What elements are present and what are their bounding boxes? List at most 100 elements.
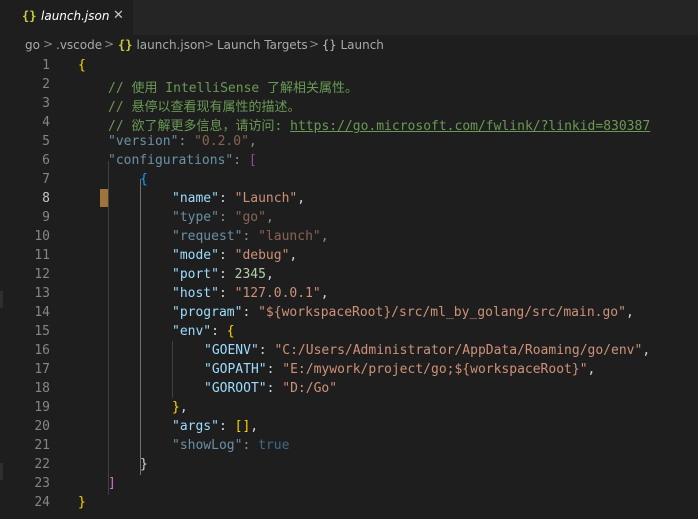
tab-bar: {} launch.json ✕ [0, 0, 698, 35]
comment: // 使用 IntelliSense 了解相关属性。 [108, 81, 359, 96]
json-file-icon: {} [22, 9, 37, 23]
json-key: "GOROOT" [204, 381, 267, 396]
json-key: "version" [108, 134, 179, 149]
code-line: "GOENV": "C:/Users/Administrator/AppData… [204, 343, 651, 358]
link[interactable]: https://go.microsoft.com/fwlink/?linkid=… [290, 119, 650, 134]
code-line: "version": "0.2.0", [108, 134, 257, 149]
brace: { [226, 324, 235, 339]
json-file-icon: {} [118, 38, 133, 52]
json-key: "args" [172, 419, 219, 434]
code-line: "request": "launch", [172, 229, 329, 244]
json-string: "C:/Users/Administrator/AppData/Roaming/… [274, 343, 643, 358]
code-line: { [78, 58, 86, 73]
close-icon[interactable]: ✕ [113, 8, 124, 23]
line-number: 23 [34, 476, 50, 491]
code-line: // 悬停以查看现有属性的描述。 [108, 96, 300, 115]
line-number: 1 [42, 58, 50, 73]
line-number: 14 [34, 305, 50, 320]
indent-guide [172, 341, 173, 398]
code-line: "env": { [172, 324, 235, 339]
bracket: ] [108, 476, 116, 491]
json-string: "launch" [258, 229, 321, 244]
chevron-right-icon: > [43, 37, 54, 51]
json-string: "0.2.0" [194, 134, 249, 149]
line-number: 10 [34, 229, 50, 244]
brace: } [140, 457, 148, 472]
line-number: 5 [42, 134, 50, 149]
breadcrumb-item-launch-json[interactable]: {} launch.json [118, 38, 205, 52]
json-string: "go" [234, 210, 266, 225]
brace: } [78, 495, 86, 510]
breadcrumb-label: launch.json [136, 38, 205, 52]
indent-guide-active [140, 179, 141, 475]
json-key: "host" [172, 286, 219, 301]
breadcrumb: go > .vscode > {} launch.json > Launch Ta… [0, 35, 698, 57]
line-number: 11 [34, 248, 50, 263]
code-line: { [140, 172, 148, 187]
json-string: "Launch" [234, 191, 298, 206]
breadcrumb-label: Launch [340, 38, 384, 52]
code-line: // 使用 IntelliSense 了解相关属性。 [108, 77, 358, 96]
brace: { [140, 172, 148, 187]
code-line: "type": "go", [172, 210, 274, 225]
code-line: "args": [], [172, 419, 259, 434]
line-number: 3 [42, 96, 50, 111]
json-string: "127.0.0.1" [234, 286, 321, 301]
json-key: "configurations" [108, 153, 234, 168]
json-key: "mode" [172, 248, 219, 263]
json-key: "request" [172, 229, 243, 244]
comment: // 悬停以查看现有属性的描述。 [108, 100, 301, 115]
line-number: 20 [34, 419, 50, 434]
json-number: 2345 [234, 267, 266, 282]
json-string: "${workspaceRoot}/src/ml_by_golang/src/m… [258, 305, 626, 320]
code-line: "host": "127.0.0.1", [172, 286, 329, 301]
code-line: "mode": "debug", [172, 248, 298, 263]
json-string: "E:/mywork/project/go;${workspaceRoot}" [282, 362, 588, 377]
line-number: 22 [34, 457, 50, 472]
breadcrumb-item-go[interactable]: go [25, 38, 40, 52]
code-line: ] [108, 476, 116, 491]
breadcrumb-item-launch-targets[interactable]: Launch Targets [217, 38, 308, 52]
json-key: "type" [172, 210, 219, 225]
code-line: "configurations": [ [108, 153, 257, 168]
line-number: 4 [42, 115, 50, 130]
cursor-line-marker [100, 189, 108, 207]
tab-label: launch.json [41, 9, 110, 23]
code-line: }, [172, 400, 188, 415]
json-key: "GOPATH" [204, 362, 267, 377]
code-line: "program": "${workspaceRoot}/src/ml_by_g… [172, 305, 634, 320]
line-number: 21 [34, 438, 50, 453]
code-line: "GOROOT": "D:/Go" [204, 381, 338, 396]
brace: { [78, 58, 86, 73]
code-line: } [140, 457, 148, 472]
line-number: 9 [42, 210, 50, 225]
line-number-active: 8 [42, 191, 50, 206]
json-key: "env" [172, 324, 212, 339]
object-icon: {} [322, 38, 337, 52]
code-line: "GOPATH": "E:/mywork/project/go;${worksp… [204, 362, 596, 377]
line-number: 16 [34, 343, 50, 358]
breadcrumb-item-launch[interactable]: {} Launch [322, 38, 384, 52]
tab-launch-json[interactable]: {} launch.json ✕ [0, 0, 134, 35]
line-number: 18 [34, 381, 50, 396]
breadcrumb-item-vscode[interactable]: .vscode [56, 38, 102, 52]
indent-guide [108, 161, 109, 495]
code-line: "port": 2345, [172, 267, 274, 282]
json-key: "program" [172, 305, 243, 320]
line-number: 6 [42, 153, 50, 168]
json-key: "name" [172, 191, 219, 206]
brace: } [172, 400, 180, 415]
line-number: 15 [34, 324, 50, 339]
comment: // 欲了解更多信息，请访问: [108, 119, 291, 134]
json-key: "showLog" [172, 438, 243, 453]
code-editor[interactable]: 1 2 3 4 5 6 7 8 9 10 11 12 13 14 15 16 1… [0, 57, 698, 519]
code-line-active: "name": "Launch", [172, 191, 306, 206]
json-string: "debug" [234, 248, 290, 263]
bracket: [] [234, 419, 251, 434]
line-number: 13 [34, 286, 50, 301]
chevron-right-icon: > [104, 37, 115, 51]
line-number: 12 [34, 267, 50, 282]
line-number: 24 [34, 495, 50, 510]
chevron-right-icon: > [204, 37, 215, 51]
chevron-right-icon: > [309, 37, 320, 51]
